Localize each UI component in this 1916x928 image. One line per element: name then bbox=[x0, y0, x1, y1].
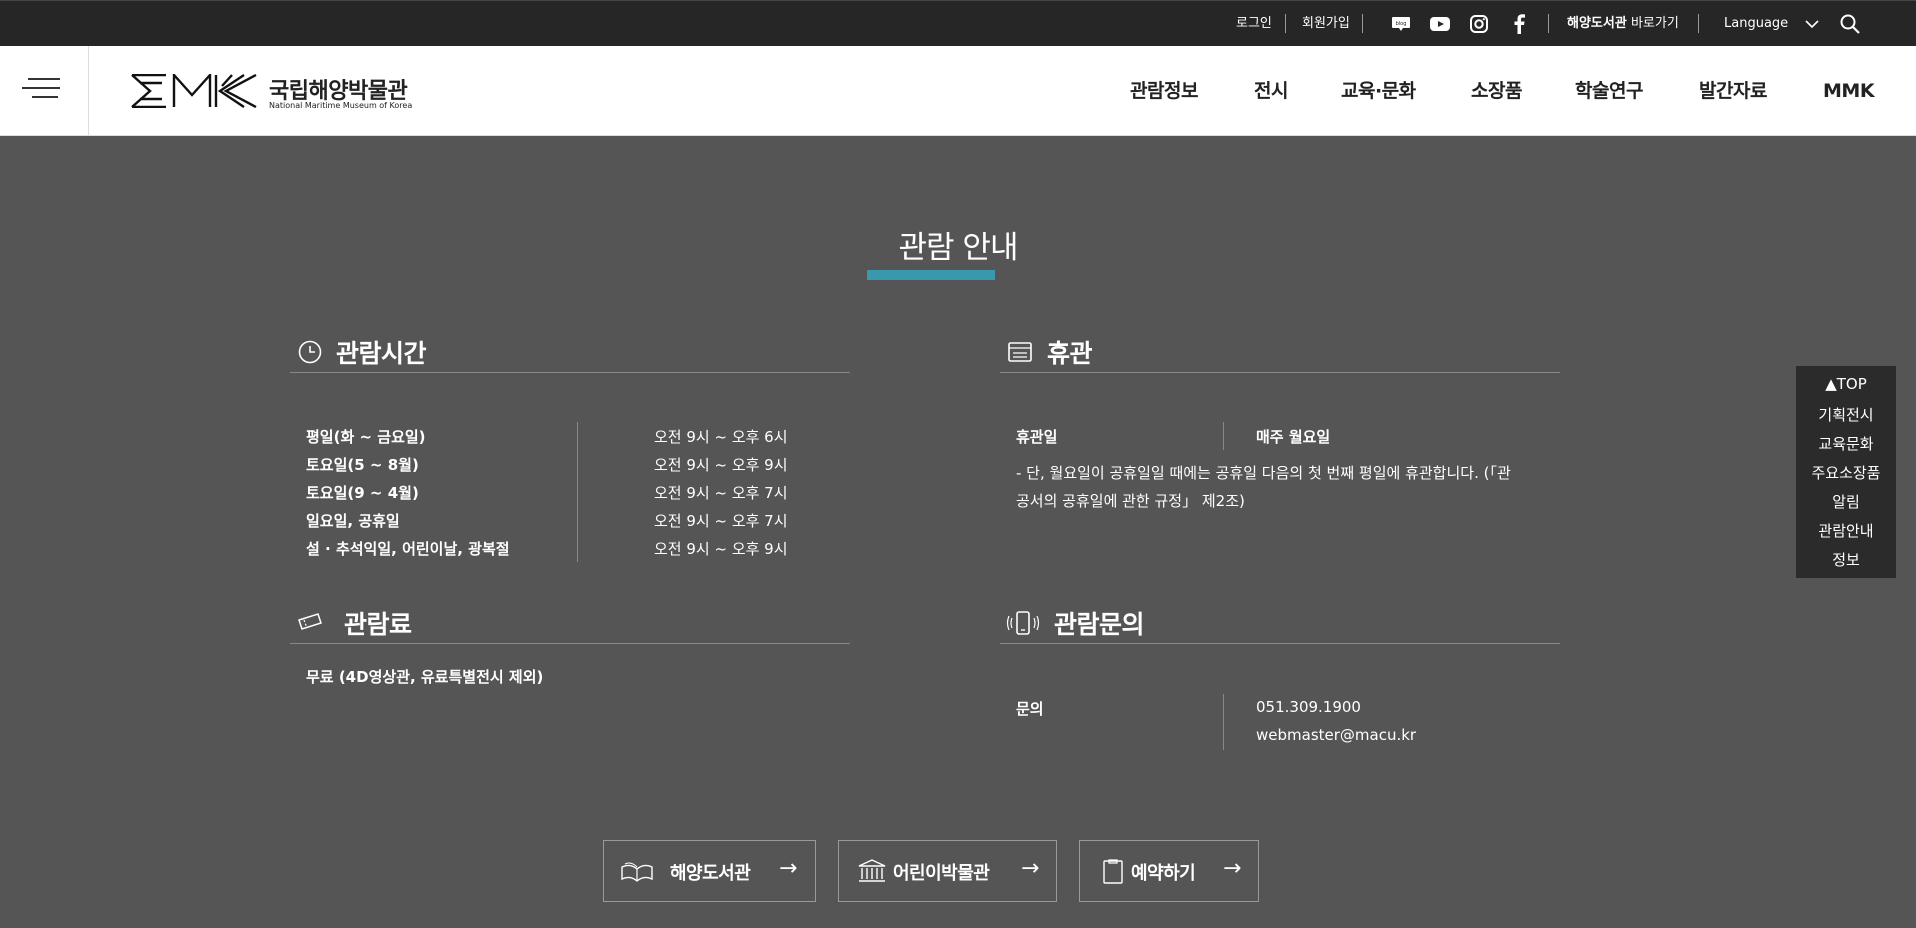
hours-section-header: 관람시간 bbox=[290, 334, 850, 374]
clipboard-icon bbox=[1103, 859, 1123, 884]
page-title: 관람 안내 bbox=[898, 230, 1019, 266]
kids-museum-button[interactable]: 어린이박물관 → bbox=[838, 840, 1057, 902]
closed-note: 공서의 공휴일에 관한 규정」 제2조) bbox=[1016, 492, 1245, 510]
closed-note: - 단, 월요일이 공휴일일 때에는 공휴일 다음의 첫 번째 평일에 휴관합니… bbox=[1016, 464, 1511, 482]
nav-item-visit-info[interactable]: 관람정보 bbox=[1130, 46, 1198, 136]
top-utility-bar: 로그인 회원가입 blog 해양도서관 바로가기 Language bbox=[0, 0, 1916, 46]
hours-time: 오전 9시 ~ 오후 7시 bbox=[654, 484, 788, 502]
nav-item-education[interactable]: 교육·문화 bbox=[1341, 46, 1416, 136]
arrow-right-icon: → bbox=[779, 856, 798, 881]
hours-time: 오전 9시 ~ 오후 6시 bbox=[654, 428, 788, 446]
signup-link[interactable]: 회원가입 bbox=[1302, 1, 1350, 47]
quick-top-button[interactable]: ▲TOP bbox=[1796, 375, 1896, 393]
divider bbox=[88, 46, 89, 136]
quick-item-collection[interactable]: 주요소장품 bbox=[1796, 462, 1896, 483]
nav-item-research[interactable]: 학술연구 bbox=[1575, 46, 1643, 136]
nav-item-exhibition[interactable]: 전시 bbox=[1254, 46, 1288, 136]
library-shortcut-bold: 해양도서관 bbox=[1567, 16, 1627, 31]
svg-text:blog: blog bbox=[1396, 21, 1407, 27]
closed-heading: 휴관 bbox=[1047, 339, 1093, 368]
nav-item-publications[interactable]: 발간자료 bbox=[1699, 46, 1767, 136]
youtube-icon[interactable] bbox=[1429, 13, 1451, 35]
column-divider bbox=[1223, 422, 1224, 450]
museum-logo[interactable]: 국립해양박물관 National Maritime Museum of Kore… bbox=[130, 72, 413, 112]
quick-item-notice[interactable]: 알림 bbox=[1796, 491, 1896, 512]
divider bbox=[1548, 14, 1549, 33]
fee-text: 무료 (4D영상관, 유료특별전시 제외) bbox=[306, 668, 544, 686]
mmk-logo-mark bbox=[131, 74, 257, 108]
hours-time: 오전 9시 ~ 오후 9시 bbox=[654, 540, 788, 558]
section-divider bbox=[1000, 643, 1560, 644]
ticket-icon bbox=[298, 613, 322, 630]
logo-text-english: National Maritime Museum of Korea bbox=[269, 101, 413, 110]
library-button-label: 해양도서관 bbox=[670, 863, 751, 884]
inquiry-section-header: 관람문의 bbox=[1000, 605, 1560, 645]
login-link[interactable]: 로그인 bbox=[1236, 1, 1272, 47]
quick-item-visit-guide[interactable]: 관람안내 bbox=[1796, 520, 1896, 541]
chevron-down-icon[interactable] bbox=[1801, 13, 1823, 35]
hours-label: 설 · 추석익일, 어린이날, 광복절 bbox=[306, 540, 510, 558]
fee-section-header: 관람료 bbox=[290, 605, 850, 645]
blog-icon[interactable]: blog bbox=[1390, 13, 1412, 35]
column-divider bbox=[577, 422, 578, 562]
closed-value: 매주 월요일 bbox=[1256, 428, 1331, 446]
quick-menu: ▲TOP 기획전시 교육문화 주요소장품 알림 관람안내 정보 bbox=[1796, 366, 1896, 578]
library-shortcut-link[interactable]: 해양도서관 바로가기 bbox=[1567, 1, 1679, 47]
column-divider bbox=[1223, 694, 1224, 750]
quick-item-special-exhibition[interactable]: 기획전시 bbox=[1796, 404, 1896, 425]
title-underline bbox=[867, 270, 995, 280]
arrow-right-icon: → bbox=[1223, 856, 1242, 881]
kids-museum-button-label: 어린이박물관 bbox=[893, 863, 990, 884]
clock-icon bbox=[298, 340, 322, 364]
quick-item-education[interactable]: 교육문화 bbox=[1796, 433, 1896, 454]
quick-item-info[interactable]: 정보 bbox=[1796, 549, 1896, 570]
nav-item-mmk[interactable]: MMK bbox=[1823, 46, 1875, 136]
fee-heading: 관람료 bbox=[344, 610, 412, 639]
library-shortcut-rest: 바로가기 bbox=[1626, 16, 1679, 31]
inquiry-heading: 관람문의 bbox=[1054, 610, 1145, 639]
divider bbox=[1362, 14, 1363, 33]
hours-time: 오전 9시 ~ 오후 9시 bbox=[654, 456, 788, 474]
divider bbox=[1698, 14, 1699, 33]
menu-icon[interactable] bbox=[22, 78, 62, 104]
hours-label: 토요일(5 ~ 8월) bbox=[306, 456, 419, 474]
nav-item-collection[interactable]: 소장품 bbox=[1471, 46, 1522, 136]
facebook-icon[interactable] bbox=[1508, 13, 1530, 35]
section-divider bbox=[1000, 372, 1560, 373]
library-button[interactable]: 해양도서관 → bbox=[603, 840, 816, 902]
phone-icon bbox=[1006, 611, 1040, 635]
hours-label: 토요일(9 ~ 4월) bbox=[306, 484, 419, 502]
language-select[interactable]: Language bbox=[1724, 1, 1788, 47]
arrow-right-icon: → bbox=[1021, 856, 1040, 881]
inquiry-label: 문의 bbox=[1016, 700, 1044, 718]
search-icon[interactable] bbox=[1839, 13, 1861, 35]
site-header: 국립해양박물관 National Maritime Museum of Kore… bbox=[0, 46, 1916, 136]
calendar-icon bbox=[1008, 342, 1032, 362]
closed-label: 휴관일 bbox=[1016, 428, 1058, 446]
book-icon bbox=[621, 862, 653, 882]
museum-building-icon bbox=[858, 859, 886, 882]
closed-section-header: 휴관 bbox=[1000, 334, 1560, 374]
inquiry-email[interactable]: webmaster@macu.kr bbox=[1256, 726, 1416, 744]
reservation-button-label: 예약하기 bbox=[1131, 863, 1196, 884]
section-divider bbox=[290, 372, 850, 373]
hours-heading: 관람시간 bbox=[336, 339, 427, 368]
section-divider bbox=[290, 643, 850, 644]
reservation-button[interactable]: 예약하기 → bbox=[1079, 840, 1259, 902]
hours-label: 일요일, 공휴일 bbox=[306, 512, 400, 530]
divider bbox=[1285, 14, 1286, 33]
hours-label: 평일(화 ~ 금요일) bbox=[306, 428, 426, 446]
hours-time: 오전 9시 ~ 오후 7시 bbox=[654, 512, 788, 530]
instagram-icon[interactable] bbox=[1468, 13, 1490, 35]
inquiry-phone[interactable]: 051.309.1900 bbox=[1256, 698, 1361, 716]
